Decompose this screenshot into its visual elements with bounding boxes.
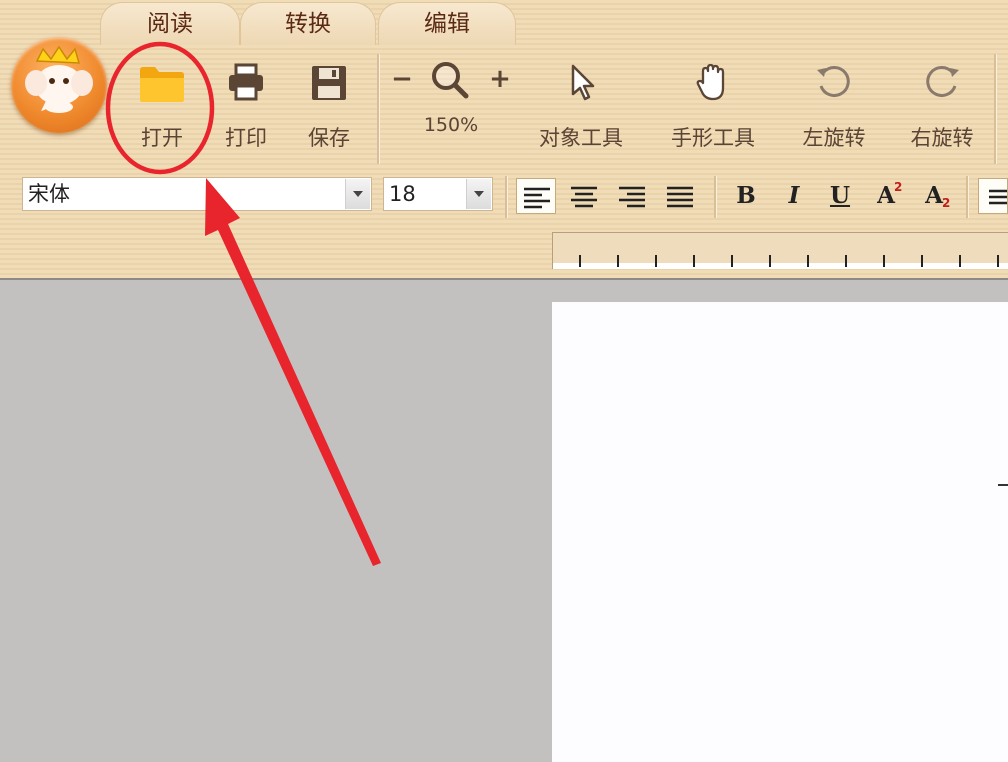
hand-tool-button[interactable]: 手形工具 xyxy=(660,54,766,154)
folder-icon xyxy=(140,67,184,102)
toolbar-area: 阅读 转换 编辑 打开 打印 保存 − + 150% 对象工具 手形工具 左旋转… xyxy=(0,0,1008,278)
save-button[interactable]: 保存 xyxy=(296,54,362,154)
ruler-tick xyxy=(883,255,885,267)
rotate-left-icon xyxy=(817,66,850,97)
ruler-tick xyxy=(845,255,847,267)
document-area[interactable] xyxy=(0,278,1008,762)
bold-button[interactable]: B xyxy=(726,178,766,214)
font-size-value: 18 xyxy=(389,182,416,206)
tab-edit[interactable]: 编辑 xyxy=(378,2,516,45)
rotate-left-label: 左旋转 xyxy=(802,126,866,150)
font-family-select[interactable]: 宋体 xyxy=(22,177,372,211)
ribbon-right-edge xyxy=(994,54,996,164)
format-separator-1 xyxy=(505,176,507,218)
ruler-tick xyxy=(807,255,809,267)
ruler-tick xyxy=(921,255,923,267)
list-button[interactable] xyxy=(978,178,1008,214)
page-mark xyxy=(998,484,1008,486)
ribbon-separator xyxy=(377,54,379,164)
print-label: 打印 xyxy=(225,126,267,150)
ruler-tick xyxy=(731,255,733,267)
list-icon xyxy=(989,189,1007,205)
font-size-dropdown-arrow[interactable] xyxy=(466,179,491,209)
ruler-tick xyxy=(579,255,581,267)
superscript-button[interactable]: A2 xyxy=(866,178,906,214)
horizontal-ruler xyxy=(552,232,1008,269)
hand-tool-label: 手形工具 xyxy=(671,126,755,150)
app-logo[interactable] xyxy=(11,37,107,133)
magnifier-icon xyxy=(432,62,469,99)
align-justify-button[interactable] xyxy=(660,178,700,214)
ruler-tick xyxy=(693,255,695,267)
format-bar: 宋体 18 B I U A 2 A 2 xyxy=(0,170,1008,222)
zoom-in-button[interactable]: + xyxy=(488,64,512,94)
ruler-base xyxy=(553,263,1008,269)
subscript-mark: 2 xyxy=(942,196,951,210)
font-family-value: 宋体 xyxy=(28,182,70,206)
tab-read[interactable]: 阅读 xyxy=(100,2,240,45)
ruler-tick xyxy=(617,255,619,267)
document-page[interactable] xyxy=(552,302,1008,762)
rotate-right-label: 右旋转 xyxy=(910,126,974,150)
save-label: 保存 xyxy=(308,126,350,150)
align-right-button[interactable] xyxy=(612,178,652,214)
italic-button[interactable]: I xyxy=(774,178,814,214)
superscript-label: A xyxy=(877,182,895,209)
italic-label: I xyxy=(788,182,800,209)
zoom-in-label: + xyxy=(489,64,511,94)
font-size-select[interactable]: 18 xyxy=(383,177,493,211)
align-left-icon xyxy=(524,187,550,209)
font-family-dropdown-arrow[interactable] xyxy=(345,179,370,209)
tab-read-label: 阅读 xyxy=(147,11,193,37)
rotate-left-button[interactable]: 左旋转 xyxy=(796,54,872,154)
floppy-disk-icon xyxy=(312,66,346,100)
ruler-tick xyxy=(655,255,657,267)
object-tool-label: 对象工具 xyxy=(539,126,623,150)
underline-label: U xyxy=(829,182,851,209)
align-center-icon xyxy=(571,186,597,208)
format-separator-3 xyxy=(966,176,968,218)
align-left-button[interactable] xyxy=(516,178,556,214)
ruler-tick xyxy=(997,255,999,267)
underline-button[interactable]: U xyxy=(820,178,860,214)
object-tool-button[interactable]: 对象工具 xyxy=(528,54,634,154)
tab-strip: 阅读 转换 编辑 xyxy=(0,0,1008,45)
ruler-tick xyxy=(959,255,961,267)
hand-icon xyxy=(696,63,725,101)
zoom-out-label: − xyxy=(391,64,413,94)
bold-label: B xyxy=(736,182,756,209)
align-center-button[interactable] xyxy=(564,178,604,214)
printer-icon xyxy=(229,63,263,101)
subscript-button[interactable]: A2 xyxy=(914,178,954,214)
zoom-level: 150% xyxy=(423,114,479,136)
align-justify-icon xyxy=(667,186,693,208)
subscript-label: A xyxy=(925,182,943,209)
rotate-right-icon xyxy=(926,66,959,97)
elephant-logo-icon xyxy=(25,45,93,113)
zoom-out-button[interactable]: − xyxy=(390,64,414,94)
zoom-button[interactable] xyxy=(424,58,476,104)
tab-convert[interactable]: 转换 xyxy=(240,2,376,45)
ruler-tick xyxy=(769,255,771,267)
align-right-icon xyxy=(619,186,645,208)
open-label: 打开 xyxy=(141,126,183,150)
print-button[interactable]: 打印 xyxy=(212,54,280,154)
ribbon: 打开 打印 保存 − + 150% 对象工具 手形工具 左旋转 右旋转 xyxy=(0,37,1008,168)
superscript-mark: 2 xyxy=(894,180,903,194)
rotate-right-button[interactable]: 右旋转 xyxy=(904,54,980,154)
tab-edit-label: 编辑 xyxy=(424,11,470,37)
arrow-cursor-icon xyxy=(571,64,595,101)
tab-convert-label: 转换 xyxy=(285,11,331,37)
open-button[interactable]: 打开 xyxy=(124,54,200,154)
format-separator-2 xyxy=(714,176,716,218)
